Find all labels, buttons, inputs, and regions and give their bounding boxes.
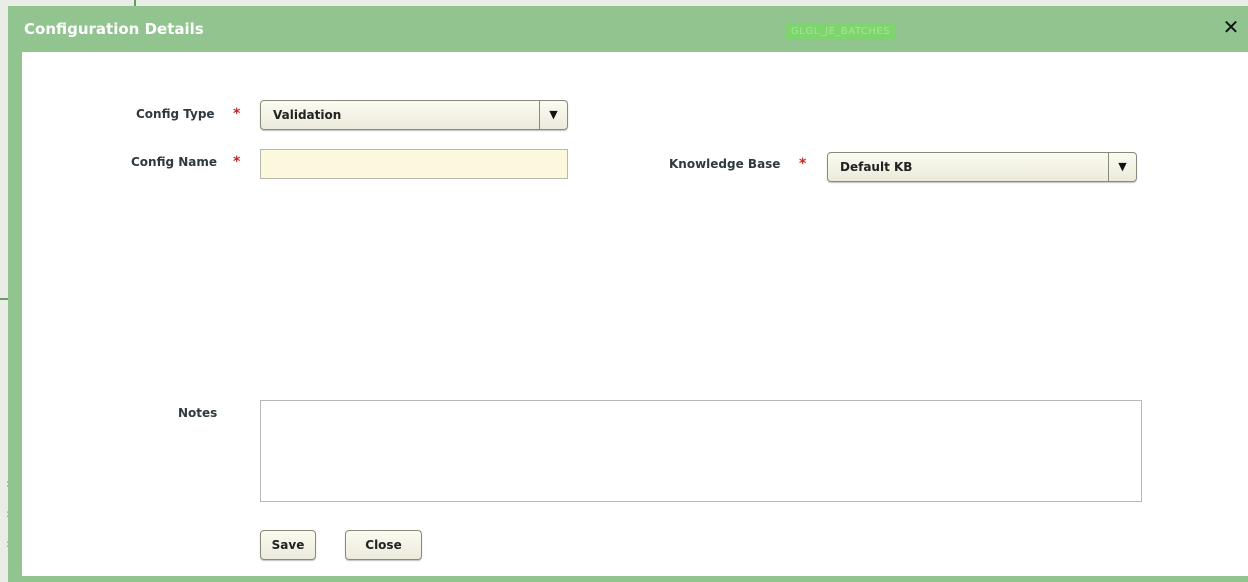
notes-label: Notes	[178, 406, 218, 420]
knowledge-base-label: Knowledge Base	[669, 157, 781, 171]
configuration-dialog: Configuration Details GLGL_JE_BATCHES ✕ …	[8, 6, 1248, 582]
config-name-input[interactable]	[260, 149, 568, 179]
save-button[interactable]: Save	[260, 530, 316, 560]
dialog-title-bar[interactable]: Configuration Details GLGL_JE_BATCHES ✕	[8, 6, 1248, 52]
dropdown-arrow-icon[interactable]: ▼	[539, 101, 567, 129]
config-type-value: Validation	[273, 108, 342, 122]
notes-textarea[interactable]	[260, 400, 1142, 502]
config-type-label: Config Type	[136, 107, 215, 121]
required-indicator: *	[799, 156, 807, 172]
dialog-title-tag: GLGL_JE_BATCHES	[785, 24, 897, 39]
required-indicator: *	[233, 106, 241, 122]
config-name-label: Config Name	[131, 155, 218, 169]
close-icon[interactable]: ✕	[1220, 14, 1242, 40]
required-indicator: *	[233, 154, 241, 170]
close-button[interactable]: Close	[345, 530, 422, 560]
dialog-title: Configuration Details	[24, 20, 204, 38]
config-type-select[interactable]: Validation ▼	[260, 100, 568, 130]
knowledge-base-select[interactable]: Default KB ▼	[827, 152, 1137, 182]
dialog-content: Config Type * Validation ▼ Config Name *…	[22, 52, 1248, 576]
knowledge-base-value: Default KB	[840, 160, 913, 174]
dropdown-arrow-icon[interactable]: ▼	[1108, 153, 1136, 181]
